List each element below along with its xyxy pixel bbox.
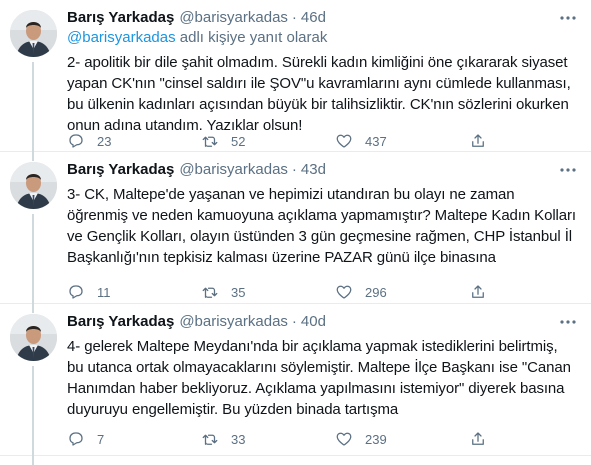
reply-icon <box>69 432 83 446</box>
reply-count: 11 <box>97 284 111 300</box>
author-name[interactable]: Barış Yarkadaş <box>67 312 174 332</box>
like-count: 296 <box>365 284 387 300</box>
retweet-button[interactable]: 35 <box>201 283 335 301</box>
replying-to: @barisyarkadas adlı kişiye yanıt olarak <box>67 28 577 48</box>
tweet-content: Barış Yarkadaş @barisyarkadas · 40d 4- g… <box>67 312 577 420</box>
more-icon[interactable] <box>559 314 577 330</box>
more-icon[interactable] <box>559 162 577 178</box>
tweet-header: Barış Yarkadaş @barisyarkadas · 46d <box>67 8 577 28</box>
tweet-content: Barış Yarkadaş @barisyarkadas · 43d 3- C… <box>67 160 577 268</box>
thread-line <box>32 366 34 465</box>
timestamp[interactable]: 46d <box>301 8 326 28</box>
share-icon <box>472 285 484 298</box>
reply-count: 23 <box>97 133 112 149</box>
tweet-text: 2- apolitik bir dile şahit olmadım. Süre… <box>67 54 571 134</box>
author-handle[interactable]: @barisyarkadas <box>179 8 288 28</box>
author-handle[interactable]: @barisyarkadas <box>179 160 288 180</box>
retweet-count: 33 <box>231 431 246 447</box>
retweet-icon <box>202 434 218 445</box>
retweet-icon <box>202 136 218 147</box>
reply-button[interactable]: 7 <box>67 430 201 448</box>
like-button[interactable]: 437 <box>335 132 469 150</box>
thread-line <box>32 214 34 313</box>
tweet-text: 4- gelerek Maltepe Meydanı'nda bir açıkl… <box>67 338 571 418</box>
separator: · <box>291 313 297 330</box>
heart-icon <box>336 134 352 148</box>
avatar[interactable] <box>10 10 57 57</box>
share-button[interactable] <box>469 132 487 150</box>
tweet[interactable]: Barış Yarkadaş @barisyarkadas · 46d @bar… <box>0 0 591 161</box>
like-count: 239 <box>365 431 387 447</box>
timestamp[interactable]: 40d <box>301 312 326 332</box>
like-button[interactable]: 296 <box>335 283 469 301</box>
like-count: 437 <box>365 133 387 149</box>
reply-icon <box>69 134 83 148</box>
share-icon <box>472 432 484 445</box>
mention-link[interactable]: @barisyarkadas <box>67 29 176 46</box>
tweet-actions: 23 52 437 <box>67 132 487 150</box>
retweet-button[interactable]: 52 <box>201 132 335 150</box>
timestamp[interactable]: 43d <box>301 160 326 180</box>
retweet-icon <box>202 287 218 298</box>
tweet-header: Barış Yarkadaş @barisyarkadas · 43d <box>67 160 577 180</box>
tweet-actions: 11 35 296 <box>67 283 487 301</box>
retweet-button[interactable]: 33 <box>201 430 335 448</box>
author-name[interactable]: Barış Yarkadaş <box>67 160 174 180</box>
reply-count: 7 <box>97 431 105 447</box>
tweet-content: Barış Yarkadaş @barisyarkadas · 46d @bar… <box>67 8 577 136</box>
reply-button[interactable]: 11 <box>67 283 201 301</box>
author-handle[interactable]: @barisyarkadas <box>179 312 288 332</box>
share-icon <box>472 134 484 147</box>
avatar[interactable] <box>10 314 57 361</box>
replying-to-label: adlı kişiye yanıt olarak <box>175 29 328 46</box>
reply-button[interactable]: 23 <box>67 132 201 150</box>
tweet[interactable]: Barış Yarkadaş @barisyarkadas · 40d 4- g… <box>0 304 591 465</box>
separator: · <box>291 161 297 178</box>
retweet-count: 35 <box>231 284 246 300</box>
author-name[interactable]: Barış Yarkadaş <box>67 8 174 28</box>
heart-icon <box>336 285 352 299</box>
more-icon[interactable] <box>559 10 577 26</box>
retweet-count: 52 <box>231 133 246 149</box>
heart-icon <box>336 432 352 446</box>
tweet[interactable]: Barış Yarkadaş @barisyarkadas · 43d 3- C… <box>0 152 591 313</box>
thread-line <box>32 62 34 161</box>
reply-icon <box>69 285 83 299</box>
like-button[interactable]: 239 <box>335 430 469 448</box>
tweet-text: 3- CK, Maltepe'de yaşanan ve hepimizi ut… <box>67 186 576 266</box>
avatar[interactable] <box>10 162 57 209</box>
tweet-header: Barış Yarkadaş @barisyarkadas · 40d <box>67 312 577 332</box>
share-button[interactable] <box>469 283 487 301</box>
share-button[interactable] <box>469 430 487 448</box>
separator: · <box>291 9 297 26</box>
tweet-actions: 7 33 239 <box>67 430 487 448</box>
